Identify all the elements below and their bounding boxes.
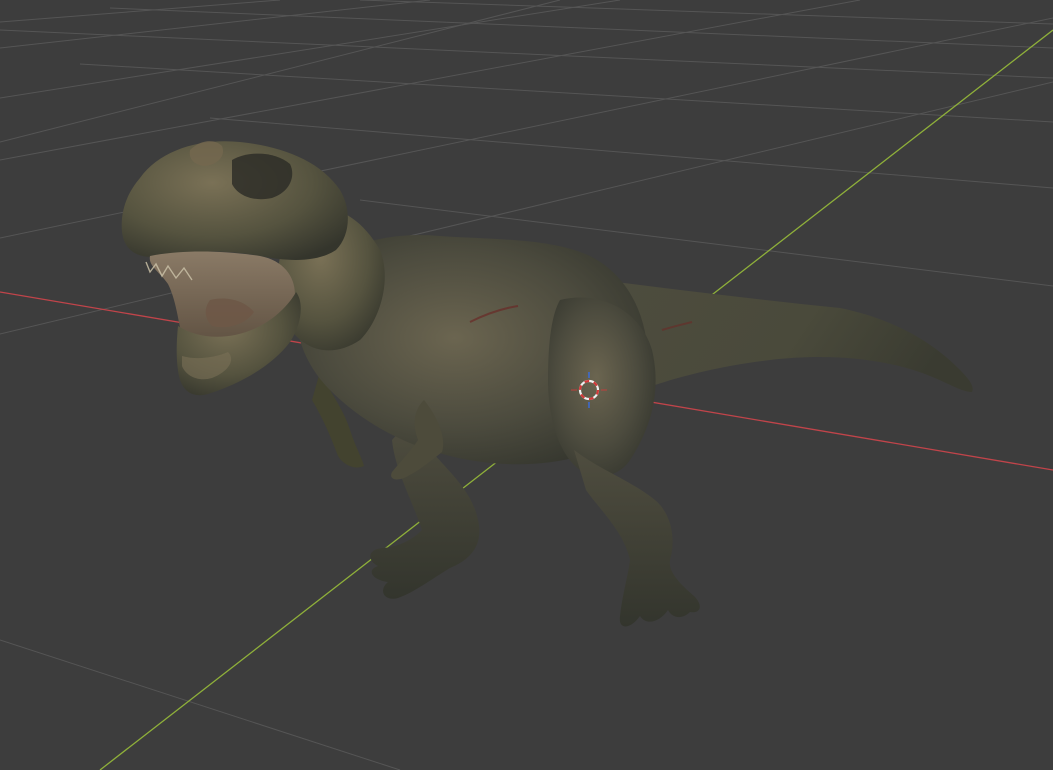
viewport-canvas[interactable] xyxy=(0,0,1053,770)
tyrannosaurus-model[interactable] xyxy=(121,141,973,627)
near-leg xyxy=(574,450,700,627)
tail xyxy=(600,280,973,392)
3d-viewport[interactable] xyxy=(0,0,1053,770)
